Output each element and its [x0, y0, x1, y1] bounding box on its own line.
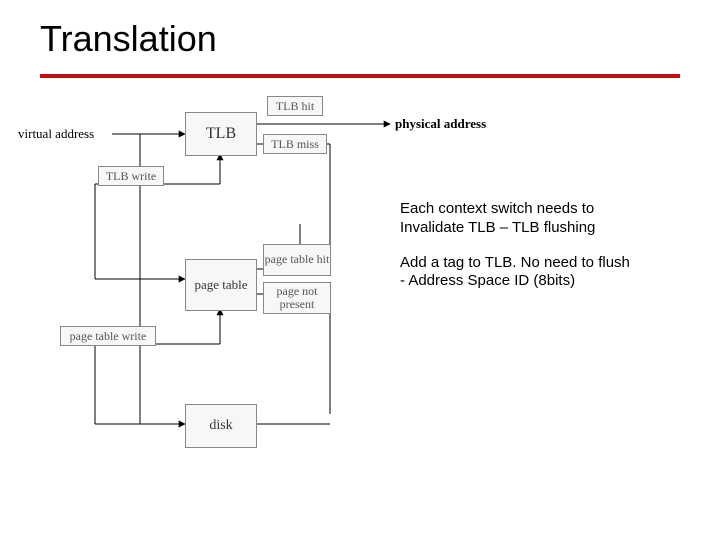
label-tlb-miss: TLB miss	[263, 134, 327, 154]
note-asid: Add a tag to TLB. No need to flush - Add…	[400, 254, 720, 292]
note-line: Each context switch needs to	[400, 200, 594, 217]
slide: Translation	[0, 0, 720, 540]
label-page-table-write: page table write	[60, 326, 156, 346]
label-page-table-hit: page table hit	[263, 244, 331, 276]
page-title: Translation	[40, 18, 217, 60]
explanatory-notes: Each context switch needs to Invalidate …	[400, 200, 720, 307]
box-page-table: page table	[185, 259, 257, 311]
label-tlb-hit: TLB hit	[267, 96, 323, 116]
label-physical-address: physical address	[395, 116, 486, 132]
label-virtual-address: virtual address	[18, 126, 94, 142]
label-tlb-write: TLB write	[98, 166, 164, 186]
box-disk: disk	[185, 404, 257, 448]
translation-diagram: virtual address physical address TLB TLB…	[0, 84, 720, 540]
box-tlb: TLB	[185, 112, 257, 156]
note-line: - Address Space ID (8bits)	[400, 272, 575, 289]
title-rule	[40, 74, 680, 78]
label-page-not-present: page not present	[263, 282, 331, 314]
note-context-switch: Each context switch needs to Invalidate …	[400, 200, 720, 238]
note-line: Add a tag to TLB. No need to flush	[400, 254, 630, 271]
note-line: Invalidate TLB – TLB flushing	[400, 219, 595, 236]
diagram-wires	[0, 84, 720, 540]
